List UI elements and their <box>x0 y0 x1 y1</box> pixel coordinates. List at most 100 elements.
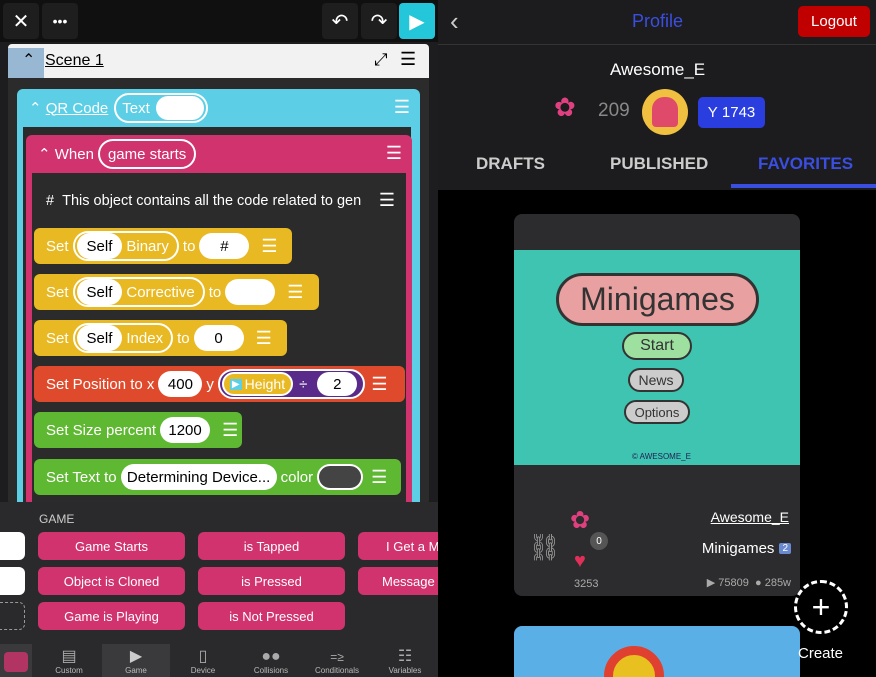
project-age: 285w <box>764 577 791 589</box>
object-name[interactable]: QR Code <box>46 100 109 117</box>
set-size-block[interactable]: Set Size percent 1200 ☰ <box>34 412 242 448</box>
game-starts-button[interactable]: Game Starts <box>38 532 185 560</box>
collapse-icon[interactable]: ⌃ <box>38 145 55 163</box>
scene-title[interactable]: Scene 1 <box>45 52 104 70</box>
tab-custom[interactable]: ▤ Custom <box>38 648 100 677</box>
game-icon: ▶ <box>129 648 143 665</box>
tab-favorites[interactable]: FAVORITES <box>758 154 853 174</box>
is-pressed-button[interactable]: is Pressed <box>198 567 345 595</box>
variable-pill[interactable]: Self Index <box>72 323 174 353</box>
i-get-a-message-button[interactable]: I Get a M <box>358 532 438 560</box>
collisions-icon: ●● <box>261 648 281 665</box>
play-count: 75809 <box>718 577 749 589</box>
set-label: Set <box>46 237 69 255</box>
comment-menu-icon[interactable]: ☰ <box>379 190 395 211</box>
is-tapped-button[interactable]: is Tapped <box>198 532 345 560</box>
divisor-input[interactable]: 2 <box>317 372 358 396</box>
avatar[interactable] <box>642 89 688 135</box>
color-swatch[interactable] <box>317 464 364 490</box>
set-label: Set <box>46 329 69 347</box>
expand-icon[interactable]: ⤢ <box>374 50 388 70</box>
more-icon[interactable]: ••• <box>42 3 78 39</box>
link-icon[interactable]: ⛓ <box>528 532 561 563</box>
divider <box>438 44 876 45</box>
self-pill[interactable]: Self <box>76 325 123 351</box>
message-matches-button[interactable]: Message M <box>358 567 438 595</box>
variable-name: Corrective <box>126 283 195 301</box>
height-pill[interactable]: ▶ Height <box>221 372 294 396</box>
collapse-icon[interactable]: ⌃ <box>29 99 46 117</box>
value-input[interactable] <box>225 279 276 305</box>
block-menu-icon[interactable]: ☰ <box>222 420 238 441</box>
set-corrective-block[interactable]: Set Self Corrective to ☰ <box>34 274 319 310</box>
next-thumbnail-art <box>604 646 664 677</box>
project-author[interactable]: Awesome_E <box>711 509 789 525</box>
tab-drafts[interactable]: DRAFTS <box>476 154 545 174</box>
variable-pill[interactable]: Self Corrective <box>72 277 205 307</box>
thumbnail-options-button: Options <box>624 400 690 424</box>
tab-variables[interactable]: ☷ Variables <box>374 648 436 677</box>
value-input[interactable]: 0 <box>193 325 244 351</box>
comment-text: This object contains all the code relate… <box>62 193 362 209</box>
color-label: color <box>280 468 314 486</box>
cups-badge[interactable]: Y 1743 <box>698 97 765 128</box>
trait-pill[interactable]: Text <box>114 93 208 123</box>
conditionals-icon: =≥ <box>330 650 344 664</box>
close-icon[interactable]: ✕ <box>3 3 39 39</box>
object-is-cloned-button[interactable]: Object is Cloned <box>38 567 185 595</box>
self-pill[interactable]: Self <box>76 233 123 259</box>
set-binary-block[interactable]: Set Self Binary to # ☰ <box>34 228 292 264</box>
block-menu-icon[interactable]: ☰ <box>256 328 272 349</box>
block-menu-icon[interactable]: ☰ <box>371 374 387 395</box>
collapse-icon[interactable]: ⌃ <box>22 50 35 70</box>
rule-header: ⌃ When game starts ☰ <box>26 135 412 173</box>
create-label[interactable]: Create <box>798 645 843 662</box>
is-not-pressed-button[interactable]: is Not Pressed <box>198 602 345 630</box>
palette-left-slot[interactable] <box>0 567 25 595</box>
create-icon[interactable]: + <box>794 580 848 634</box>
tab-game[interactable]: ▶ Game <box>102 644 170 677</box>
object-menu-icon[interactable]: ☰ <box>394 97 410 118</box>
project-thumbnail[interactable]: Minigames Start News Options © AWESOME_E <box>514 250 800 465</box>
variable-pill[interactable]: Self Binary <box>72 231 179 261</box>
project-card[interactable]: Minigames Start News Options © AWESOME_E… <box>514 214 800 596</box>
back-icon[interactable]: ‹ <box>450 6 459 37</box>
tab-collisions[interactable]: ●● Collisions <box>240 648 302 677</box>
redo-icon[interactable]: ↷ <box>361 3 397 39</box>
thumbnail-start-button: Start <box>622 332 692 360</box>
set-text-block[interactable]: Set Text to Determining Device... color … <box>34 459 401 495</box>
editor-toolbar: ✕ ••• ↶ ↷ ▶ <box>0 0 438 42</box>
palette-selector[interactable] <box>0 644 32 677</box>
tab-device[interactable]: ▯ Device <box>172 648 234 677</box>
palette-left-slot[interactable] <box>0 602 25 630</box>
play-icon[interactable]: ▶ <box>399 3 435 39</box>
size-input[interactable]: 1200 <box>160 417 211 443</box>
play-icon: ▶ <box>229 378 242 390</box>
game-is-playing-button[interactable]: Game is Playing <box>38 602 185 630</box>
logout-button[interactable]: Logout <box>798 6 870 37</box>
set-index-block[interactable]: Set Self Index to 0 ☰ <box>34 320 287 356</box>
block-menu-icon[interactable]: ☰ <box>287 282 303 303</box>
tab-published[interactable]: PUBLISHED <box>610 154 708 174</box>
block-menu-icon[interactable]: ☰ <box>371 467 387 488</box>
scene-menu-icon[interactable]: ☰ <box>400 49 416 70</box>
block-menu-icon[interactable]: ☰ <box>261 236 277 257</box>
undo-icon[interactable]: ↶ <box>322 3 358 39</box>
tab-conditionals[interactable]: =≥ Conditionals <box>306 648 368 677</box>
trigger-pill[interactable]: game starts <box>97 139 197 169</box>
trait-value[interactable] <box>155 96 204 120</box>
profile-header: ‹ Profile Logout Awesome_E ✿ 209 Y 1743 … <box>438 0 876 190</box>
self-pill[interactable]: Self <box>76 279 123 305</box>
value-input[interactable]: # <box>199 233 250 259</box>
rule-menu-icon[interactable]: ☰ <box>386 143 402 164</box>
set-position-block[interactable]: Set Position to x 400 y ▶ Height ÷ 2 ☰ <box>34 366 405 402</box>
palette-left-slot[interactable] <box>0 532 25 560</box>
position-label: Set Position to x <box>46 375 155 393</box>
text-input[interactable]: Determining Device... <box>120 464 277 490</box>
avatar-figure <box>652 97 678 127</box>
next-project-card[interactable] <box>514 626 800 677</box>
comment-block[interactable]: # This object contains all the code rela… <box>34 184 401 218</box>
heart-icon[interactable]: ♥ <box>574 550 586 573</box>
math-pill[interactable]: ▶ Height ÷ 2 <box>217 369 366 399</box>
x-input[interactable]: 400 <box>158 371 203 397</box>
